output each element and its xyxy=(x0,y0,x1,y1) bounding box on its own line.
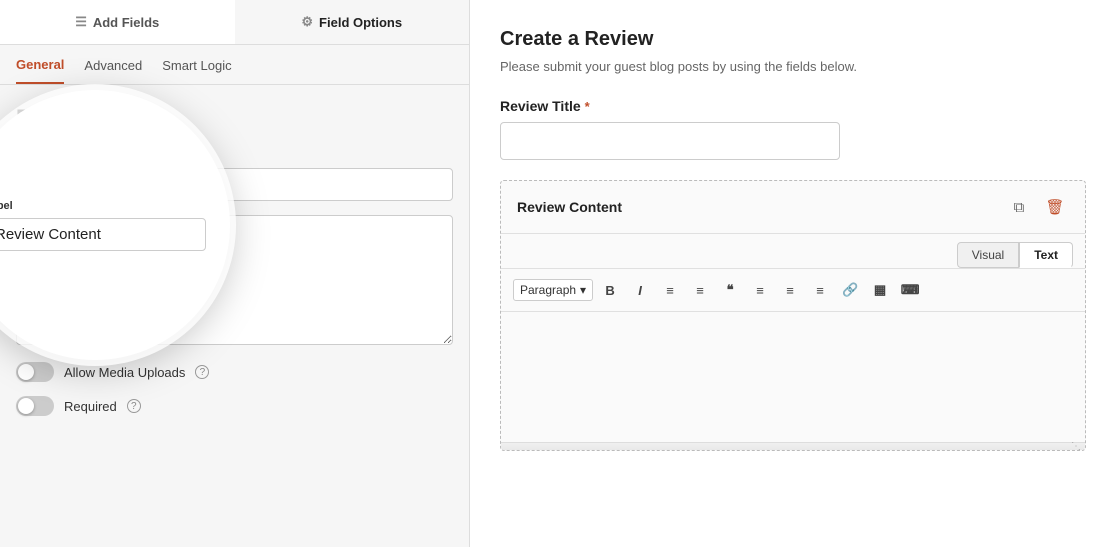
sub-tab-general[interactable]: General xyxy=(16,57,64,84)
rich-text-block: Review Content ⧉ 🗑 Visual Text Paragraph… xyxy=(500,180,1086,451)
required-toggle[interactable] xyxy=(16,396,54,416)
align-left-btn[interactable]: ≡ xyxy=(747,277,773,303)
required-label: Required xyxy=(64,399,117,414)
tab-add-fields[interactable]: ☰ Add Fields xyxy=(0,0,235,44)
rich-text-header: Review Content ⧉ 🗑 xyxy=(501,181,1085,234)
allow-media-uploads-toggle[interactable] xyxy=(16,362,54,382)
editor-resize-handle[interactable]: ⋱ xyxy=(501,442,1085,450)
italic-btn[interactable]: I xyxy=(627,277,653,303)
link-btn[interactable]: 🔗 xyxy=(837,277,863,303)
align-right-btn[interactable]: ≡ xyxy=(807,277,833,303)
sub-tabs: General Advanced Smart Logic xyxy=(0,45,469,85)
ordered-list-btn[interactable]: ≡ xyxy=(687,277,713,303)
tab-field-options[interactable]: ⚙ Field Options xyxy=(235,0,470,44)
delete-icon-btn[interactable]: 🗑 xyxy=(1041,193,1069,221)
sub-tab-smart-logic[interactable]: Smart Logic xyxy=(162,57,231,84)
editor-tabs: Visual Text xyxy=(501,234,1085,268)
rich-text-header-icons: ⧉ 🗑 xyxy=(1005,193,1069,221)
form-title: Create a Review xyxy=(500,28,1086,51)
editor-tab-visual[interactable]: Visual xyxy=(957,242,1019,268)
chevron-down-icon: ▾ xyxy=(580,283,586,297)
allow-media-help-icon[interactable]: ? xyxy=(195,365,209,379)
align-center-btn[interactable]: ≡ xyxy=(777,277,803,303)
review-title-input[interactable] xyxy=(500,122,840,160)
zoom-label: Label xyxy=(0,200,206,212)
zoom-input[interactable] xyxy=(0,218,206,251)
required-row: Required ? xyxy=(16,396,453,416)
keyboard-btn[interactable]: ⌨ xyxy=(897,277,923,303)
unordered-list-btn[interactable]: ≡ xyxy=(657,277,683,303)
required-star: * xyxy=(585,99,590,114)
required-help-icon[interactable]: ? xyxy=(127,399,141,413)
zoom-content: Label xyxy=(0,176,230,275)
field-options-icon: ⚙ xyxy=(301,14,313,30)
bold-btn[interactable]: B xyxy=(597,277,623,303)
right-panel: Create a Review Please submit your guest… xyxy=(470,0,1116,547)
add-fields-icon: ☰ xyxy=(75,14,87,30)
paragraph-label: Paragraph xyxy=(520,283,576,297)
blockquote-btn[interactable]: ❝ xyxy=(717,277,743,303)
paragraph-select[interactable]: Paragraph ▾ xyxy=(513,279,593,301)
review-title-text: Review Title xyxy=(500,98,581,114)
tab-add-fields-label: Add Fields xyxy=(93,15,159,30)
left-panel: ☰ Add Fields ⚙ Field Options General Adv… xyxy=(0,0,470,547)
editor-body[interactable] xyxy=(501,312,1085,442)
tab-field-options-label: Field Options xyxy=(319,15,402,30)
allow-media-uploads-label: Allow Media Uploads xyxy=(64,365,185,380)
resize-icon: ⋱ xyxy=(1071,441,1081,452)
review-title-label: Review Title * xyxy=(500,98,1086,114)
duplicate-icon-btn[interactable]: ⧉ xyxy=(1005,193,1033,221)
editor-toolbar: Paragraph ▾ B I ≡ ≡ ❝ ≡ ≡ ≡ 🔗 ▦ ⌨ xyxy=(501,268,1085,312)
editor-tab-text[interactable]: Text xyxy=(1019,242,1073,268)
sub-tab-advanced[interactable]: Advanced xyxy=(84,57,142,84)
tab-header: ☰ Add Fields ⚙ Field Options xyxy=(0,0,469,45)
allow-media-uploads-row: Allow Media Uploads ? xyxy=(16,362,453,382)
rich-text-block-title: Review Content xyxy=(517,199,622,215)
table-btn[interactable]: ▦ xyxy=(867,277,893,303)
form-subtitle: Please submit your guest blog posts by u… xyxy=(500,59,1086,74)
